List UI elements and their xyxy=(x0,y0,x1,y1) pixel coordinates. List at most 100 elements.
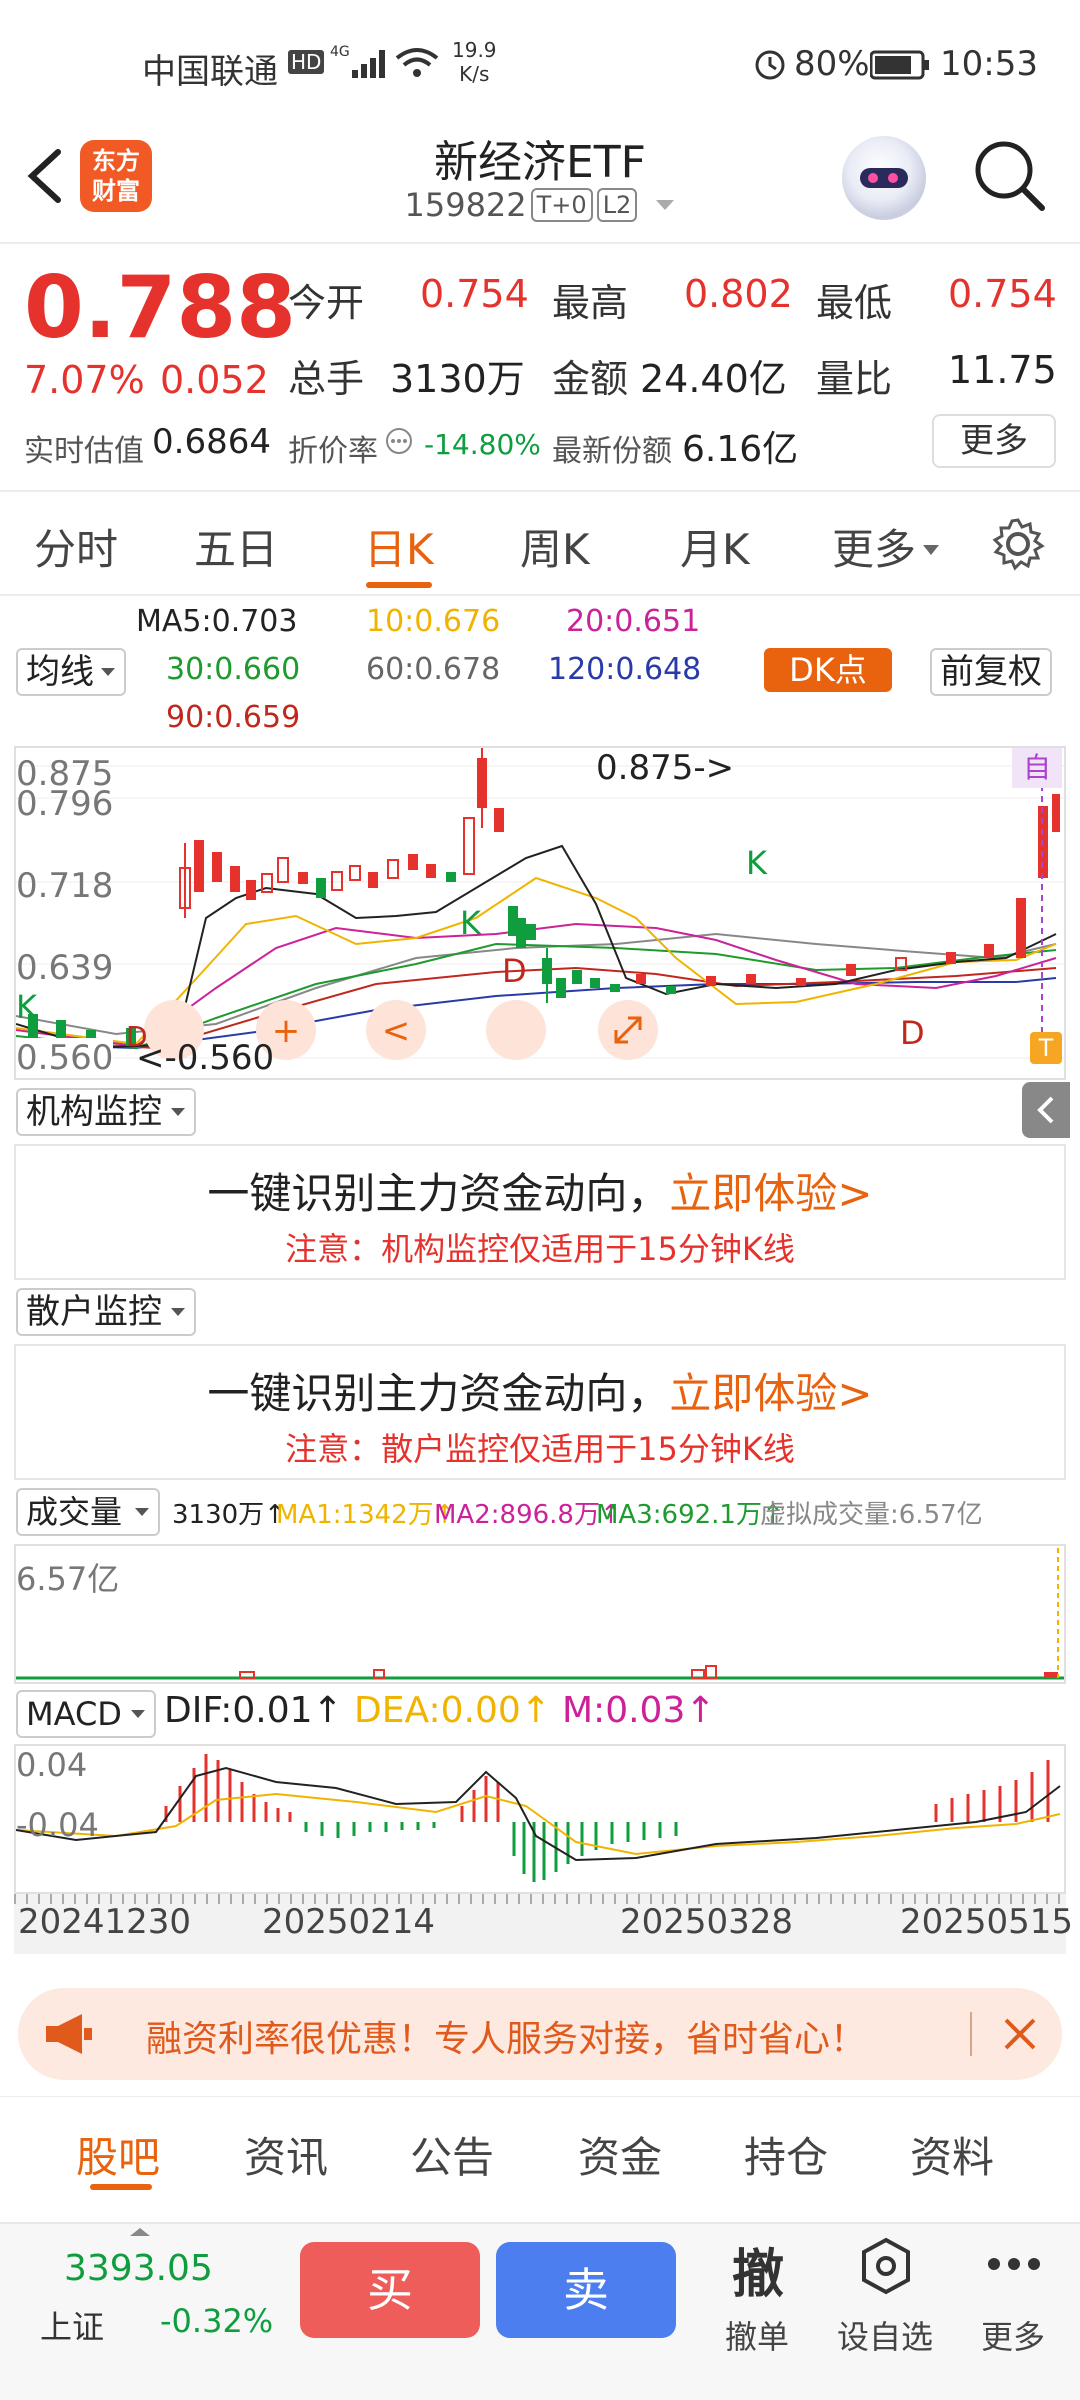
robot-assistant-icon[interactable] xyxy=(842,136,926,220)
tab-funds[interactable]: 资金 xyxy=(578,2124,662,2185)
tab-monthly-k[interactable]: 月K xyxy=(680,516,750,577)
min-price-note: <-0.560 xyxy=(136,1038,275,1078)
clock: 10:53 xyxy=(940,44,1038,84)
volume-y-top: 6.57亿 xyxy=(16,1560,120,1598)
gear-icon[interactable] xyxy=(990,516,1046,572)
estimate-label: 实时估值 xyxy=(24,434,144,469)
tab-more[interactable]: 更多 xyxy=(832,516,940,577)
tab-profile[interactable]: 资料 xyxy=(910,2124,994,2185)
dk-point-button[interactable]: DK点 xyxy=(764,648,892,692)
cancel-order-icon[interactable]: 撤 xyxy=(708,2232,808,2307)
battery-icon xyxy=(870,50,929,80)
date-label: 20250214 xyxy=(262,1902,436,1942)
more-label[interactable]: 更多 xyxy=(958,2312,1068,2358)
volume-value: 3130万 xyxy=(390,357,525,401)
tab-news[interactable]: 资讯 xyxy=(244,2124,328,2185)
add-watchlist-icon[interactable] xyxy=(858,2236,914,2296)
retail-monitor-promo[interactable]: 一键识别主力资金动向，立即体验> 注意：散户监控仅适用于15分钟K线 xyxy=(14,1344,1066,1480)
auto-badge[interactable]: 自 xyxy=(1012,748,1062,788)
collapse-panel-button[interactable] xyxy=(1022,1082,1070,1138)
caret-down-icon xyxy=(655,200,674,210)
volume-ma1: MA1:1342万↑ xyxy=(276,1500,456,1530)
macd-y-bottom: -0.04 xyxy=(16,1806,99,1844)
tab-intraday[interactable]: 分时 xyxy=(34,516,118,577)
discount-value: -14.80% xyxy=(424,428,541,461)
retail-monitor-selector[interactable]: 散户监控 xyxy=(16,1288,196,1336)
tab-weekly-k[interactable]: 周K xyxy=(520,516,590,577)
volume-ma2: MA2:896.8万↑ xyxy=(434,1500,622,1530)
caret-down-icon xyxy=(130,1710,145,1718)
add-watchlist-label[interactable]: 设自选 xyxy=(830,2312,940,2358)
volume-value: 3130万↑ xyxy=(172,1500,286,1530)
discount-label: 折价率 xyxy=(288,434,378,469)
tab-holdings[interactable]: 持仓 xyxy=(744,2124,828,2185)
volume-selector[interactable]: 成交量 xyxy=(16,1488,161,1536)
open-value: 0.754 xyxy=(420,272,529,316)
tab-guba[interactable]: 股吧 xyxy=(76,2124,160,2185)
ad-banner[interactable]: 融资利率很优惠！专人服务对接，省时省心！ xyxy=(18,1988,1062,2080)
signal-icon: 4G xyxy=(330,44,385,78)
volume-chart[interactable]: 6.57亿 xyxy=(14,1544,1066,1684)
d-mark: D xyxy=(126,1020,148,1053)
sell-button[interactable]: 卖 xyxy=(496,2242,676,2338)
megaphone-icon xyxy=(46,2014,92,2054)
retail-note: 注意：散户监控仅适用于15分钟K线 xyxy=(285,1430,795,1468)
last-price: 0.788 xyxy=(24,258,297,358)
institution-try-link[interactable]: 立即体验> xyxy=(669,1169,872,1218)
index-value[interactable]: 3393.05 xyxy=(64,2248,213,2289)
ratio-label: 量比 xyxy=(816,357,893,401)
search-icon[interactable] xyxy=(972,138,1048,214)
high-value: 0.802 xyxy=(684,272,793,316)
info-icon[interactable] xyxy=(384,426,414,456)
ma5-value: MA5:0.703 xyxy=(136,604,298,639)
ad-text: 融资利率很优惠！专人服务对接，省时省心！ xyxy=(146,2019,867,2060)
retail-try-link[interactable]: 立即体验> xyxy=(669,1369,872,1418)
institution-note: 注意：机构监控仅适用于15分钟K线 xyxy=(285,1230,795,1268)
back-arrow-icon[interactable] xyxy=(22,148,72,204)
d-mark: D xyxy=(900,1014,925,1052)
low-value: 0.754 xyxy=(948,272,1057,316)
forward-adjust-button[interactable]: 前复权 xyxy=(930,648,1052,696)
k-mark: K xyxy=(16,988,37,1026)
index-name[interactable]: 上证 xyxy=(40,2302,104,2348)
ratio-value: 11.75 xyxy=(948,348,1057,392)
amount-label: 金额 xyxy=(552,357,629,401)
date-axis: 20241230 20250214 20250328 20250515 xyxy=(14,1894,1073,1954)
institution-monitor-selector[interactable]: 机构监控 xyxy=(16,1088,196,1136)
t-badge[interactable]: T xyxy=(1030,1032,1062,1064)
macd-chart[interactable]: 0.04 -0.04 xyxy=(14,1744,1066,1894)
t0-badge: T+0 xyxy=(530,188,593,222)
volume-label: 总手 xyxy=(288,357,365,401)
more-dots-icon[interactable] xyxy=(986,2256,1042,2272)
net-speed: 19.9 K/s xyxy=(452,38,497,86)
tab-announcements[interactable]: 公告 xyxy=(410,2124,494,2185)
shares-label: 最新份额 xyxy=(552,434,672,469)
active-bottom-tab-indicator xyxy=(90,2184,152,2190)
open-label: 今开 xyxy=(288,281,365,325)
chevron-left-icon xyxy=(1037,1096,1054,1124)
amount-value: 24.40亿 xyxy=(640,357,787,401)
kline-chart[interactable]: + < 0.875 0.796 0.718 0.639 0.560 0.875-… xyxy=(14,746,1066,1080)
caret-down-icon xyxy=(171,1308,185,1316)
bubble-plus: + xyxy=(272,1011,301,1051)
institution-monitor-promo[interactable]: 一键识别主力资金动向，立即体验> 注意：机构监控仅适用于15分钟K线 xyxy=(14,1144,1066,1280)
index-change: -0.32% xyxy=(160,2302,274,2340)
buy-button[interactable]: 买 xyxy=(300,2242,480,2338)
cancel-order-label[interactable]: 撤单 xyxy=(702,2312,812,2358)
virtual-volume: 虚拟成交量:6.57亿 xyxy=(760,1500,983,1530)
ma90-value: 90:0.659 xyxy=(166,700,301,735)
eastmoney-logo: 东方 财富 xyxy=(80,140,152,212)
ma60-value: 60:0.678 xyxy=(366,652,501,687)
close-icon[interactable] xyxy=(1000,2014,1040,2054)
more-quote-button[interactable]: 更多 xyxy=(932,414,1056,468)
tab-five-day[interactable]: 五日 xyxy=(194,516,278,577)
y-label-bottom: 0.560 xyxy=(16,1038,114,1076)
change-percent: 7.07% xyxy=(24,358,145,402)
macd-selector[interactable]: MACD xyxy=(16,1690,156,1738)
stock-code-row[interactable]: 159822 T+0 L2 xyxy=(340,186,740,224)
tab-more-label: 更多 xyxy=(832,525,917,574)
y-label-3: 0.718 xyxy=(16,866,114,906)
tab-daily-k[interactable]: 日K xyxy=(364,516,434,577)
caret-up-icon xyxy=(130,2228,150,2236)
ma-selector[interactable]: 均线 xyxy=(16,648,126,696)
